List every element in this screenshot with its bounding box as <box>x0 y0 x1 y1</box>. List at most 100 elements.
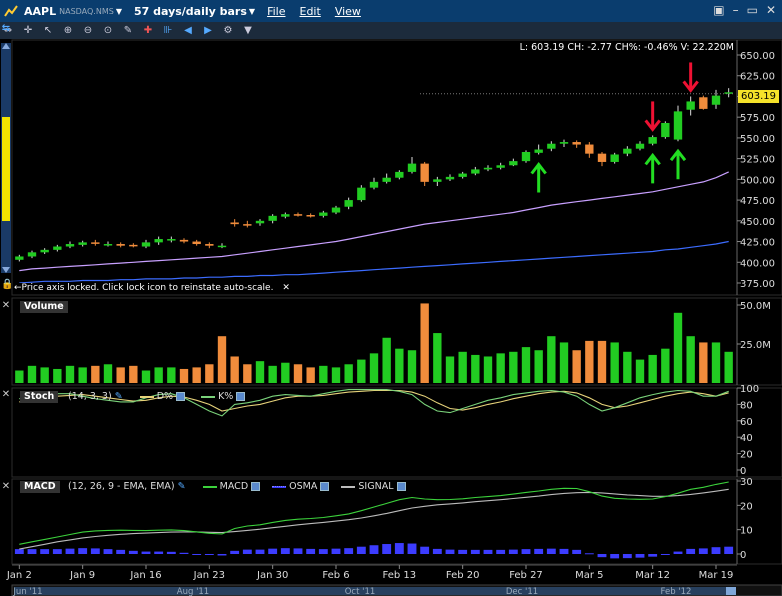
volume-bar <box>319 365 328 383</box>
candle-body <box>331 207 341 213</box>
volume-bar <box>521 347 531 383</box>
osma-bar <box>660 554 670 555</box>
osma-bar <box>179 552 189 554</box>
stoch-d-checkbox[interactable] <box>176 392 186 401</box>
stoch-k-checkbox[interactable] <box>236 392 246 401</box>
time-scrollbar[interactable]: Jun '11 Aug '11 Oct '11 Dec '11 Feb '12 <box>11 584 782 596</box>
osma-bar <box>268 548 278 554</box>
stoch-axis-label: 60 <box>740 417 753 428</box>
osma-bar <box>90 548 100 554</box>
candle-body <box>154 239 163 243</box>
candle-body <box>357 187 366 201</box>
volume-bar <box>445 356 455 383</box>
volume-bar <box>395 348 404 383</box>
volume-bar <box>91 365 100 383</box>
date-axis-label: Mar 5 <box>575 570 603 581</box>
price-axis-label: 375.00 <box>740 279 775 290</box>
osma-bar <box>407 543 417 554</box>
volume-panel-title: Volume <box>20 301 68 313</box>
volume-bar <box>433 333 442 383</box>
candle-body <box>699 97 708 109</box>
volume-bar <box>27 365 37 383</box>
settings-icon[interactable]: ✎ <box>115 391 123 402</box>
stoch-axis-label: 20 <box>740 450 753 461</box>
stoch-panel-title: Stoch <box>20 391 59 403</box>
price-axis-label: 500.00 <box>740 175 775 186</box>
volume-bar <box>230 356 239 383</box>
macd-axis-label: 10 <box>740 526 753 537</box>
volume-bar <box>357 359 366 383</box>
macd-swatch <box>202 485 217 488</box>
volume-bar <box>103 364 113 383</box>
stoch-legend: (14, 3, 3) ✎ D% K% <box>68 391 248 403</box>
candle-body <box>255 220 265 224</box>
volume-bar <box>648 354 657 383</box>
candle-body <box>445 176 455 180</box>
candle-body <box>661 122 670 138</box>
osma-bar <box>432 548 442 554</box>
date-axis-label: Jan 23 <box>193 570 225 581</box>
osma-bar <box>192 554 202 555</box>
volume-bar <box>141 370 151 383</box>
osma-bar <box>52 549 62 554</box>
osma-bar <box>306 548 316 554</box>
osma-bar <box>318 549 328 554</box>
date-axis-label: Feb 20 <box>446 570 480 581</box>
volume-bar <box>686 336 695 383</box>
candle-body <box>547 143 556 149</box>
volume-bar <box>572 350 581 383</box>
macd-label: MACD <box>219 481 249 492</box>
volume-bar <box>129 365 138 383</box>
volume-axis-label: 50.0M <box>740 301 771 312</box>
volume-bar <box>369 353 379 383</box>
scrollbar-date-label: Dec '11 <box>506 587 538 596</box>
volume-bar <box>167 367 176 383</box>
date-axis-label: Jan 9 <box>69 570 95 581</box>
date-axis-label: Feb 27 <box>509 570 543 581</box>
volume-bar <box>597 340 607 383</box>
macd-axis-label: 30 <box>740 477 753 488</box>
candle-body <box>179 239 189 242</box>
volume-bar <box>509 351 518 383</box>
osma-bar <box>546 548 556 554</box>
osma-bar <box>458 549 468 554</box>
price-axis-label: 425.00 <box>740 238 775 249</box>
osma-bar <box>394 543 404 554</box>
date-axis-label: Mar 12 <box>635 570 670 581</box>
volume-bar <box>116 367 125 383</box>
volume-bar <box>635 359 645 383</box>
volume-bar <box>610 342 619 383</box>
date-axis-label: Jan 16 <box>129 570 161 581</box>
candle-body <box>217 245 227 248</box>
volume-bar <box>496 353 505 383</box>
osma-bar <box>141 551 151 554</box>
close-note-icon[interactable]: ✕ <box>282 283 290 293</box>
candle-body <box>243 224 252 226</box>
candle-body <box>369 181 379 188</box>
candle-body <box>673 111 683 140</box>
osma-bar <box>635 554 645 558</box>
chart-area[interactable]: 650.00625.00600.00575.00550.00525.00500.… <box>0 0 782 596</box>
date-axis-label: Jan 30 <box>256 570 288 581</box>
candle-body <box>572 142 581 145</box>
scrollbar-thumb <box>726 587 736 595</box>
candle-body <box>635 143 645 149</box>
volume-bar <box>217 336 227 383</box>
osma-bar <box>280 548 290 554</box>
osma-bar <box>78 548 88 554</box>
macd-checkbox[interactable] <box>251 482 261 491</box>
candle-body <box>686 101 695 110</box>
osma-bar <box>293 548 303 554</box>
candle-body <box>623 148 632 154</box>
osma-bar <box>686 548 696 554</box>
signal-checkbox[interactable] <box>396 482 406 491</box>
candle-body <box>40 249 49 253</box>
candle-body <box>78 242 87 245</box>
osma-bar <box>331 548 341 554</box>
osma-bar <box>420 546 430 554</box>
osma-checkbox[interactable] <box>320 482 330 491</box>
osma-bar <box>470 549 480 554</box>
candle-body <box>648 137 657 144</box>
price-axis-label: 650.00 <box>740 51 775 62</box>
settings-icon[interactable]: ✎ <box>178 481 186 492</box>
